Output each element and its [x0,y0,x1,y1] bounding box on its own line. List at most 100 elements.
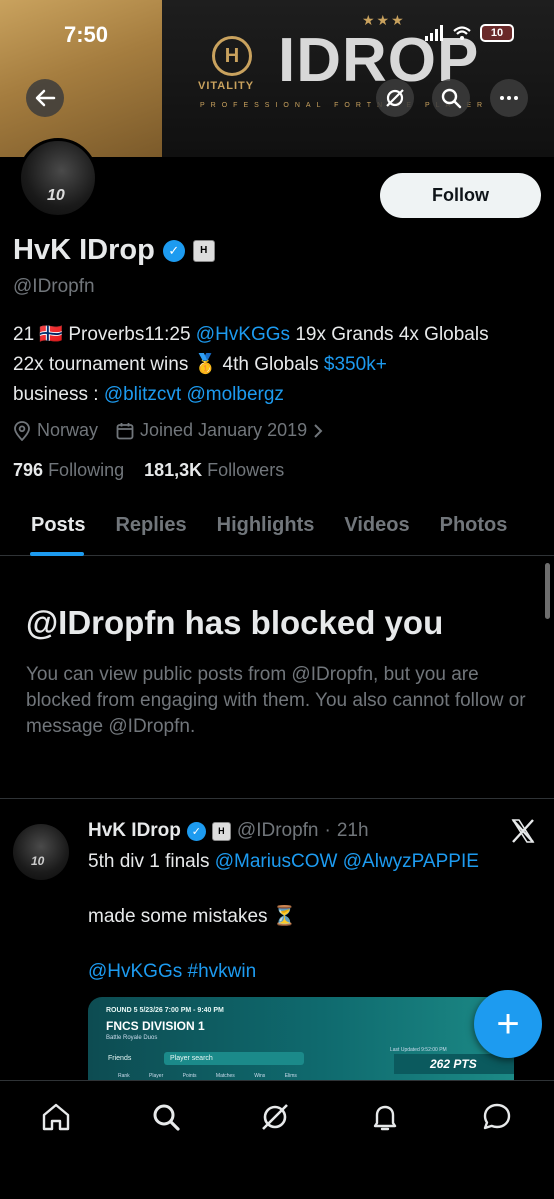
bio-text: 21 🇳🇴 Proverbs11:25 [13,324,196,345]
post-text: 5th div 1 finals [88,851,215,872]
battery-icon: 10 [480,24,514,42]
affiliate-badge-icon[interactable]: H [192,239,215,262]
blocked-title: @IDropfn has blocked you [26,604,444,641]
profile-bio: 21 🇳🇴 Proverbs11:25 @HvKGGs 19x Grands 4… [13,320,543,410]
bio-text: business : [13,384,104,405]
status-time: 7:50 [64,22,109,47]
bio-line-2: 22x tournament wins 🥇 4th Globals $350k+ [13,350,543,380]
chat-bubble-icon [483,1103,511,1130]
search-icon [441,88,462,109]
media-updated: Last Updated 9:52:00 PM [390,1047,447,1053]
calendar-icon [116,422,134,439]
mention-mariuscow[interactable]: @MariusCOW [215,851,338,872]
profile-avatar[interactable]: 10 [18,138,98,218]
profile-tabs: Posts Replies Highlights Videos Photos [0,498,554,556]
display-name-row: HvK IDrop ✓ H [13,234,215,267]
media-friends-toggle: Friends [108,1055,132,1062]
tab-photos[interactable]: Photos [425,498,523,556]
bell-icon [373,1105,397,1131]
joined-date[interactable]: Joined January 2019 [116,420,323,441]
post-media-image[interactable]: ROUND 5 5/23/26 7:00 PM - 9:40 PM FNCS D… [88,997,514,1085]
followers-count: 181,3K [144,460,203,480]
bio-line-3: business : @blitzcvt @molbergz [13,380,543,410]
display-name: HvK IDrop [13,234,155,266]
tab-videos[interactable]: Videos [329,498,424,556]
search-button[interactable] [432,79,470,117]
location-text: Norway [37,420,99,440]
nav-grok[interactable] [257,1099,293,1135]
bottom-nav [0,1080,554,1199]
bio-line-1: 21 🇳🇴 Proverbs11:25 @HvKGGs 19x Grands 4… [13,320,543,350]
more-icon [500,96,518,100]
post-spacer [88,876,528,903]
blocked-body: You can view public posts from @IDropfn,… [26,664,526,737]
media-player-search: Player search [164,1052,304,1065]
follow-stats: 796 Following 181,3K Followers [13,460,284,481]
post-author-handle: @IDropfn [236,820,319,841]
tab-posts[interactable]: Posts [0,498,100,556]
bio-text: 19x Grands 4x Globals [290,324,489,345]
more-button[interactable] [490,79,528,117]
nav-search[interactable] [148,1099,184,1135]
bio-text: 22x tournament wins 🥇 4th Globals [13,354,324,375]
compose-button[interactable]: + [474,990,542,1058]
followers-stat[interactable]: 181,3K Followers [144,460,284,481]
following-label: Following [48,460,125,480]
mention-alwyzpappie[interactable]: @AlwyzPAPPIE [343,851,479,872]
bio-link-blitzcvt[interactable]: @blitzcvt [104,384,181,405]
post-body[interactable]: 5th div 1 finals @MariusCOW @AlwyzPAPPIE… [88,848,528,986]
followers-label: Followers [207,460,285,480]
post-line-2: made some mistakes ⏳ [88,906,297,927]
post-time[interactable]: 21h [337,820,369,842]
follow-button[interactable]: Follow [380,173,541,218]
hashtag-hvkwin[interactable]: #hvkwin [188,961,257,982]
bio-link-hvkggs[interactable]: @HvKGGs [196,324,290,345]
following-stat[interactable]: 796 Following [13,460,124,481]
profile-banner[interactable]: H VITALITY ★★★ IDROP PROFESSIONAL FORTNI… [0,0,554,157]
affiliate-badge-icon[interactable]: H [211,821,231,841]
mention-hvkggs[interactable]: @HvKGGs [88,961,182,982]
chevron-right-icon [314,423,323,438]
following-count: 796 [13,460,44,480]
x-logo-icon [510,818,536,852]
grok-icon [262,1104,288,1130]
wifi-icon [453,26,471,40]
joined-text: Joined January 2019 [140,420,308,440]
scrollbar[interactable] [545,563,550,619]
profile-handle: @IDropfn [13,276,95,297]
media-points: 262 PTS [394,1054,514,1074]
media-title: FNCS DIVISION 1 [106,1019,205,1033]
back-button[interactable] [26,79,64,117]
location-pin-icon [14,420,30,441]
avatar-jersey: 10 [47,187,65,204]
grok-icon [386,89,404,107]
vitality-logo: H [212,36,252,76]
post-avatar[interactable]: 10 [13,824,69,880]
post-line-1: 5th div 1 finals @MariusCOW @AlwyzPAPPIE [88,848,528,876]
post-line-3: @HvKGGs #hvkwin [88,958,528,986]
tab-highlights[interactable]: Highlights [202,498,330,556]
post-author-name[interactable]: HvK IDrop [88,820,181,842]
tab-replies[interactable]: Replies [100,498,201,556]
back-arrow-icon [35,89,56,107]
home-icon [42,1103,70,1131]
bio-link-molbergz[interactable]: @molbergz [186,384,283,405]
location: Norway [13,420,98,441]
status-icons: 10 [424,24,514,42]
nav-messages[interactable] [479,1099,515,1135]
separator-dot: · [324,820,331,841]
media-subtitle: Battle Royale Duos [106,1035,158,1041]
media-round: ROUND 5 5/23/26 7:00 PM - 9:40 PM [106,1007,224,1014]
post-spacer [88,931,528,958]
grok-button[interactable] [376,79,414,117]
verified-badge-icon[interactable]: ✓ [186,821,206,841]
post-header: HvK IDrop ✓ H @IDropfn · 21h [88,820,369,842]
brand-name: VITALITY [198,80,255,92]
nav-notifications[interactable] [367,1099,403,1135]
verified-badge-icon[interactable]: ✓ [162,239,185,262]
nav-home[interactable] [38,1099,74,1135]
profile-meta: Norway Joined January 2019 [13,420,323,441]
media-columns: Rank Player Points Matches Wins Elims [118,1073,297,1079]
bio-cashtag[interactable]: $350k+ [324,354,387,375]
avatar-jersey: 10 [31,854,45,868]
